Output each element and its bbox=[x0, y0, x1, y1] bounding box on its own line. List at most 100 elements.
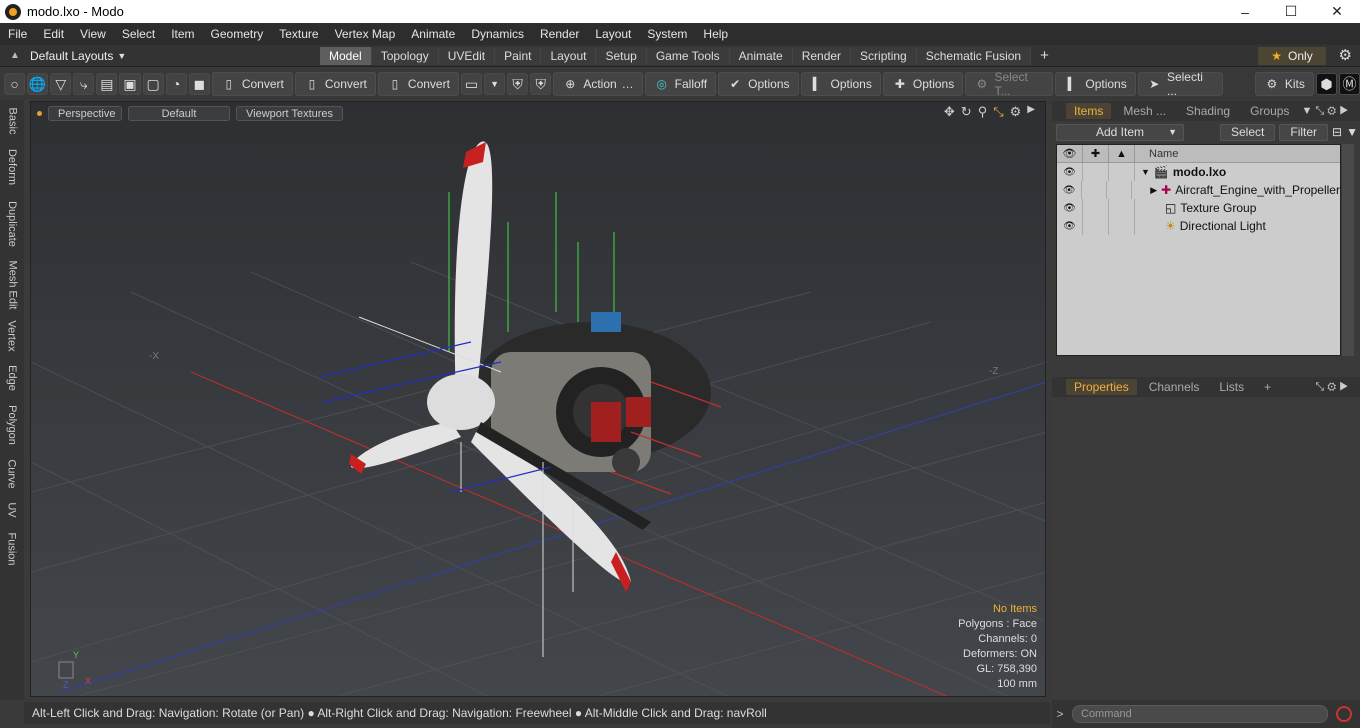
menu-system[interactable]: System bbox=[639, 27, 695, 41]
edge-mode-icon[interactable]: ▤ bbox=[96, 73, 118, 95]
tab-groups[interactable]: Groups bbox=[1242, 103, 1297, 119]
maximize-button[interactable]: ☐ bbox=[1268, 0, 1314, 23]
vtab-deform[interactable]: Deform bbox=[2, 142, 22, 192]
shading-button[interactable]: Default bbox=[128, 105, 230, 121]
menu-geometry[interactable]: Geometry bbox=[203, 27, 272, 41]
brush-icon[interactable]: ⤷ bbox=[73, 73, 95, 95]
panel-options-icon[interactable]: ▼ ⤡ ⚙ ▶ bbox=[1293, 104, 1356, 119]
vtab-uv[interactable]: UV bbox=[2, 498, 22, 522]
tab-uvedit[interactable]: UVEdit bbox=[438, 46, 496, 65]
record-icon[interactable] bbox=[1336, 706, 1352, 722]
cube-icon[interactable]: ◼ bbox=[188, 73, 210, 95]
3d-viewport[interactable]: -X -Z Y X Z Perspective Default Viewport… bbox=[30, 101, 1046, 697]
tree-row[interactable]: 👁 ▼ 🎬 modo.lxo bbox=[1057, 163, 1340, 181]
kits-button[interactable]: ⚙ Kits bbox=[1254, 72, 1314, 96]
shield-icon[interactable]: ⛨ bbox=[507, 73, 529, 95]
tab-lists[interactable]: Lists bbox=[1211, 379, 1252, 395]
filter-funnel-icon[interactable]: ▼ bbox=[1346, 125, 1358, 139]
only-button[interactable]: ★ Only bbox=[1258, 47, 1326, 65]
rotate-view-icon[interactable]: ↻ bbox=[961, 104, 972, 120]
close-button[interactable]: ✕ bbox=[1314, 0, 1360, 23]
expand-arrow-icon[interactable]: ▼ bbox=[1141, 167, 1150, 177]
add-tab-button[interactable]: + bbox=[1031, 47, 1058, 65]
eye-icon[interactable]: 👁 bbox=[1057, 199, 1083, 217]
eye-icon[interactable]: 👁 bbox=[1057, 163, 1083, 181]
pen-tool-icon[interactable]: ▽ bbox=[50, 73, 72, 95]
convert-button-2[interactable]: ▯ Convert bbox=[294, 72, 376, 96]
lock-column-icon[interactable]: ✚ bbox=[1083, 144, 1109, 163]
vtab-fusion[interactable]: Fusion bbox=[2, 524, 22, 574]
options-button-3[interactable]: ✚ Options bbox=[882, 72, 964, 96]
tab-model[interactable]: Model bbox=[320, 46, 372, 65]
vtab-curve[interactable]: Curve bbox=[2, 452, 22, 496]
tab-properties[interactable]: Properties bbox=[1066, 379, 1137, 395]
vtab-edge[interactable]: Edge bbox=[2, 358, 22, 398]
shield-alt-icon[interactable]: ⛨ bbox=[530, 73, 552, 95]
collapse-up-icon[interactable]: ▲ bbox=[0, 50, 30, 61]
tab-shading[interactable]: Shading bbox=[1178, 103, 1238, 119]
falloff-button[interactable]: ◎ Falloff bbox=[644, 72, 717, 96]
tab-layout[interactable]: Layout bbox=[541, 46, 597, 65]
menu-file[interactable]: File bbox=[0, 27, 35, 41]
options-button-4[interactable]: ▍ Options bbox=[1055, 72, 1136, 96]
unity-icon[interactable]: ⬢ bbox=[1315, 73, 1337, 95]
options-button-1[interactable]: ✔ Options bbox=[718, 72, 799, 96]
render-column-icon[interactable]: ▲ bbox=[1109, 144, 1135, 163]
tab-scripting[interactable]: Scripting bbox=[851, 46, 917, 65]
expand-arrow-icon[interactable]: ▶ bbox=[1150, 185, 1157, 196]
panel-options-icon[interactable]: ⤡ ⚙ ▶ bbox=[1307, 380, 1356, 395]
tab-items[interactable]: Items bbox=[1066, 103, 1112, 119]
vtab-mesh-edit[interactable]: Mesh Edit bbox=[2, 256, 22, 314]
tree-row[interactable]: 👁 ☀ Directional Light bbox=[1057, 217, 1340, 235]
tree-row[interactable]: 👁 ◱ Texture Group bbox=[1057, 199, 1340, 217]
menu-view[interactable]: View bbox=[72, 27, 114, 41]
tab-setup[interactable]: Setup bbox=[596, 46, 647, 65]
menu-item[interactable]: Item bbox=[163, 27, 202, 41]
eye-icon[interactable]: 👁 bbox=[1057, 181, 1083, 199]
tab-schematic-fusion[interactable]: Schematic Fusion bbox=[916, 46, 1032, 65]
vtab-polygon[interactable]: Polygon bbox=[2, 400, 22, 450]
menu-vertex-map[interactable]: Vertex Map bbox=[327, 27, 404, 41]
name-column-header[interactable]: Name bbox=[1135, 148, 1178, 160]
tab-render[interactable]: Render bbox=[792, 46, 852, 65]
command-input[interactable]: Command bbox=[1072, 705, 1328, 723]
polygon-mode-icon[interactable]: ▣ bbox=[119, 73, 141, 95]
dropdown-arrow-icon[interactable]: ▼ bbox=[484, 73, 506, 95]
tab-paint[interactable]: Paint bbox=[495, 46, 542, 65]
eye-icon[interactable]: 👁 bbox=[1057, 217, 1083, 235]
menu-render[interactable]: Render bbox=[532, 27, 587, 41]
add-item-button[interactable]: Add Item ▼ bbox=[1056, 123, 1184, 141]
tab-game-tools[interactable]: Game Tools bbox=[646, 46, 730, 65]
move-view-icon[interactable]: ✥ bbox=[944, 104, 955, 120]
vtab-duplicate[interactable]: Duplicate bbox=[2, 194, 22, 254]
minimize-button[interactable]: – bbox=[1222, 0, 1268, 23]
item-mode-icon[interactable]: ▢ bbox=[142, 73, 164, 95]
tab-mesh[interactable]: Mesh ... bbox=[1115, 103, 1174, 119]
vtab-vertex[interactable]: Vertex bbox=[2, 316, 22, 356]
collapse-icon[interactable]: ⊟ bbox=[1332, 125, 1342, 139]
menu-texture[interactable]: Texture bbox=[271, 27, 326, 41]
unreal-icon[interactable]: Ⓜ bbox=[1338, 73, 1360, 95]
selection-button[interactable]: ➤ Selecti ... bbox=[1137, 70, 1223, 98]
vertex-mode-icon[interactable]: ○ bbox=[4, 73, 26, 95]
layouts-dropdown[interactable]: ▲ Default Layouts ▼ bbox=[0, 49, 320, 63]
tab-topology[interactable]: Topology bbox=[371, 46, 439, 65]
menu-help[interactable]: Help bbox=[695, 27, 736, 41]
gear-icon[interactable]: ⚙ bbox=[1339, 46, 1352, 64]
options-button-2[interactable]: ▍ Options bbox=[800, 72, 881, 96]
maximize-view-icon[interactable]: ⤡ bbox=[993, 104, 1003, 120]
viewport-expand-icon[interactable]: ▶ bbox=[1027, 104, 1035, 120]
filter-button[interactable]: Filter bbox=[1279, 123, 1329, 141]
tree-row[interactable]: 👁 ▶ ✚ Aircraft_Engine_with_Propeller bbox=[1057, 181, 1340, 199]
tree-scrollbar[interactable] bbox=[1342, 144, 1354, 356]
tab-animate[interactable]: Animate bbox=[729, 46, 793, 65]
zoom-view-icon[interactable]: ⚲ bbox=[978, 104, 988, 120]
viewport-gear-icon[interactable]: ⚙ bbox=[1010, 104, 1022, 120]
view-type-button[interactable]: Perspective bbox=[48, 105, 122, 121]
visibility-column-icon[interactable]: 👁 bbox=[1057, 144, 1083, 163]
vtab-basic[interactable]: Basic bbox=[2, 102, 22, 140]
menu-animate[interactable]: Animate bbox=[403, 27, 463, 41]
convert-button-3[interactable]: ▯ Convert bbox=[377, 72, 459, 96]
menu-dynamics[interactable]: Dynamics bbox=[463, 27, 532, 41]
viewport-menu-dot[interactable] bbox=[37, 110, 42, 116]
